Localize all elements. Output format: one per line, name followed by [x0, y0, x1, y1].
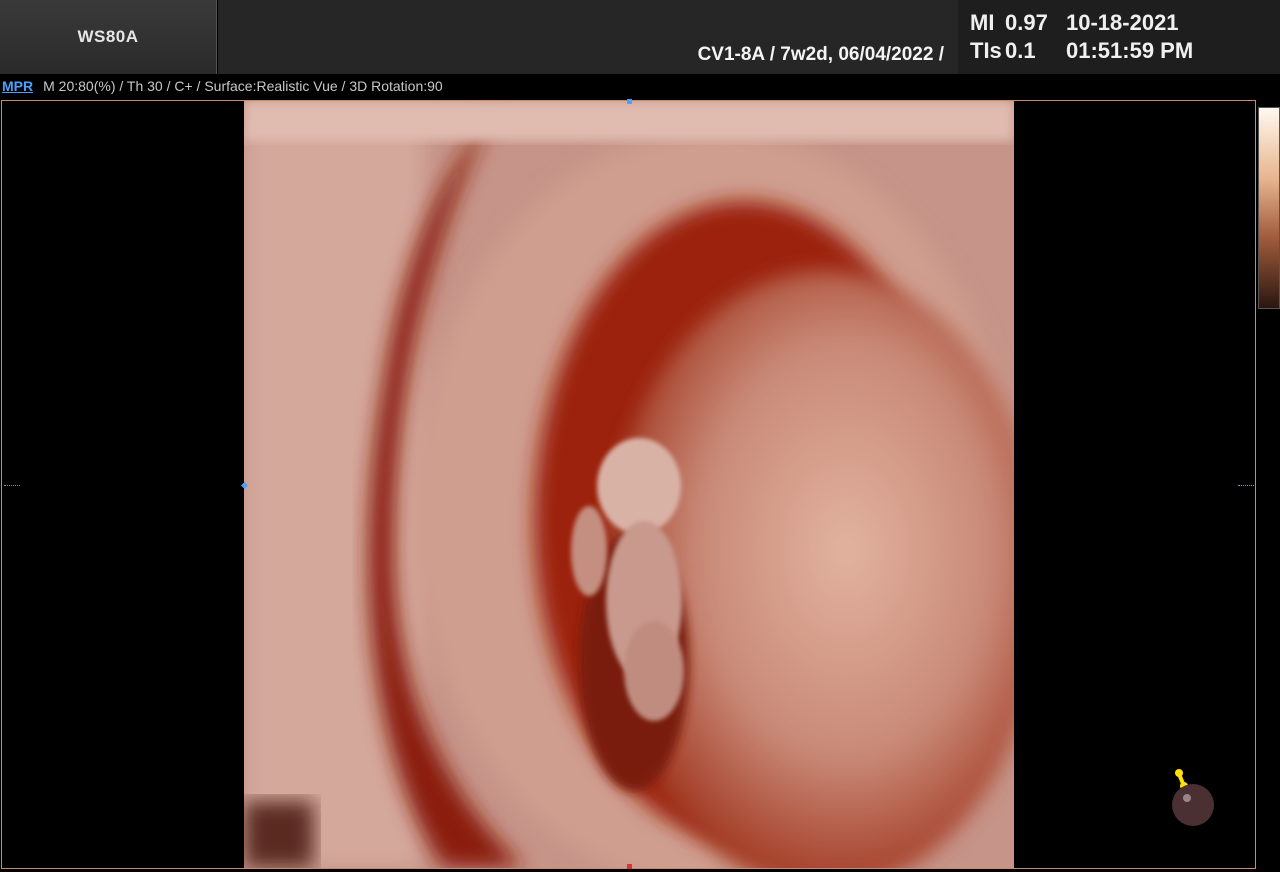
tis-label: TIs — [970, 38, 1002, 63]
orientation-ball-icon[interactable] — [1170, 766, 1220, 828]
top-center-marker — [627, 99, 632, 104]
exam-date: 10-18-2021 — [1066, 10, 1179, 35]
right-edge-tick — [1238, 485, 1254, 487]
3d-render-view[interactable] — [244, 101, 1014, 868]
color-scale-bar — [1258, 107, 1280, 309]
probe-info: CV1-8A / 7w2d, 06/04/2022 / — [697, 44, 944, 65]
mpr-mode-link[interactable]: MPR — [2, 78, 33, 94]
system-name: WS80A — [77, 27, 139, 46]
status-bar: MPR M 20:80(%) / Th 30 / C+ / Surface:Re… — [0, 74, 1280, 98]
mi-label: MI — [970, 10, 995, 35]
mi-value: 0.97 — [1005, 10, 1048, 35]
tis-value: 0.1 — [1005, 38, 1036, 63]
render-parameters: M 20:80(%) / Th 30 / C+ / Surface:Realis… — [43, 78, 443, 94]
acoustic-info-panel: MI 0.97 TIs 0.1 10-18-2021 01:51:59 PM — [958, 0, 1280, 74]
exam-time: 01:51:59 PM — [1066, 38, 1194, 63]
exam-info-panel: CV1-8A / 7w2d, 06/04/2022 / — [218, 0, 958, 74]
system-name-panel: WS80A — [0, 0, 217, 74]
bottom-center-marker — [627, 864, 632, 869]
left-edge-tick — [4, 485, 20, 487]
ultrasound-3d-image — [244, 101, 1014, 868]
